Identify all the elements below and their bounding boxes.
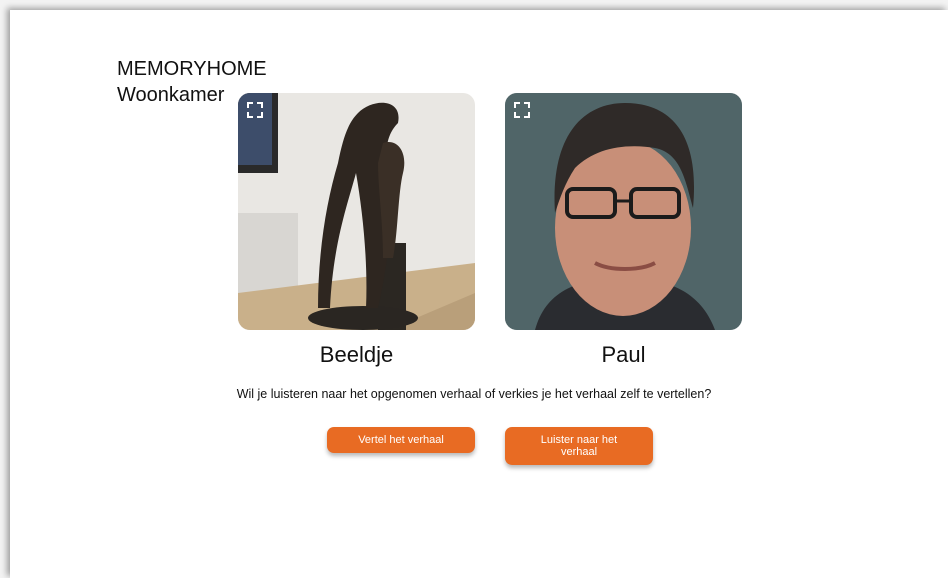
statue-image[interactable]: [238, 93, 475, 330]
card-title-beeldje: Beeldje: [319, 342, 394, 367]
portrait-image[interactable]: [505, 93, 742, 330]
listen-story-button[interactable]: Luister naar het verhaal: [505, 427, 653, 465]
expand-icon[interactable]: [513, 101, 531, 119]
tell-story-button[interactable]: Vertel het verhaal: [327, 427, 475, 453]
room-name: Woonkamer: [117, 84, 225, 106]
story-question: Wil je luisteren naar het opgenomen verh…: [236, 387, 712, 401]
expand-icon[interactable]: [246, 101, 264, 119]
app-title: MEMORYHOME: [117, 58, 267, 80]
card-title-paul: Paul: [601, 342, 646, 367]
